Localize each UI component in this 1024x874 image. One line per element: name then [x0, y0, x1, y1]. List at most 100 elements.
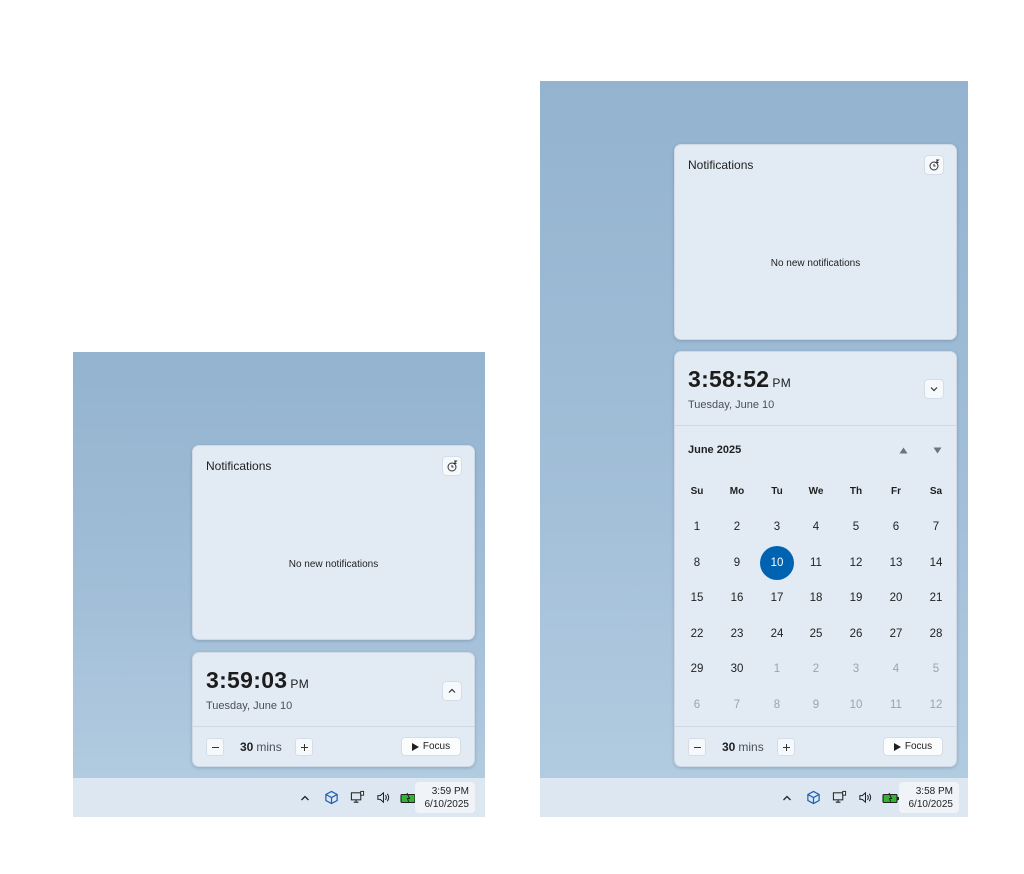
minus-icon: [693, 746, 701, 748]
next-month-button[interactable]: [929, 442, 945, 458]
calendar-day[interactable]: 19: [839, 581, 873, 615]
calendar-day[interactable]: 6: [680, 688, 714, 722]
weekday-header: Mo: [729, 486, 745, 497]
play-icon: [411, 742, 419, 751]
calendar-day[interactable]: 13: [879, 546, 913, 580]
decrease-minutes-button[interactable]: [688, 738, 706, 756]
network-icon: [832, 790, 846, 803]
calendar-day[interactable]: 29: [680, 652, 714, 686]
clock-time: 3:58:52 PM: [688, 366, 791, 392]
chevron-up-icon: [301, 795, 309, 800]
calendar-day[interactable]: 11: [879, 688, 913, 722]
calendar-day[interactable]: 14: [919, 546, 953, 580]
calendar-day[interactable]: 3: [760, 510, 794, 544]
calendar-day[interactable]: 27: [879, 617, 913, 651]
volume-tray-icon[interactable]: [854, 787, 876, 809]
calendar-day[interactable]: 4: [879, 652, 913, 686]
calendar-day[interactable]: 22: [680, 617, 714, 651]
calendar-day[interactable]: 5: [839, 510, 873, 544]
plus-icon: [782, 743, 790, 751]
focus-minutes: 30 mins: [240, 740, 282, 754]
network-tray-icon[interactable]: [346, 787, 368, 809]
weekday-header: We: [808, 486, 824, 497]
calendar-day[interactable]: 8: [760, 688, 794, 722]
vpn-tray-icon[interactable]: [802, 787, 824, 809]
calendar-day[interactable]: 26: [839, 617, 873, 651]
calendar-day[interactable]: 23: [720, 617, 754, 651]
focus-row: 30 mins Focus: [675, 727, 956, 767]
calendar-day[interactable]: 1: [760, 652, 794, 686]
no-notifications-text: No new notifications: [770, 258, 861, 269]
chevron-up-icon: [783, 795, 791, 800]
calendar-day[interactable]: 5: [919, 652, 953, 686]
system-tray: [294, 778, 424, 817]
calendar-day[interactable]: 3: [839, 652, 873, 686]
taskbar-date: 6/10/2025: [908, 798, 954, 810]
notifications-title: Notifications: [206, 459, 272, 473]
calendar-day[interactable]: 7: [919, 510, 953, 544]
network-icon: [350, 790, 364, 803]
weekday-header: Sa: [929, 486, 943, 497]
clock-time: 3:59:03 PM: [206, 667, 309, 693]
focus-button[interactable]: Focus: [401, 737, 461, 756]
taskbar: 3:59 PM 6/10/2025: [73, 778, 485, 817]
right-screenshot: Notifications No new notifications 3:58:…: [540, 81, 968, 817]
calendar-day[interactable]: 12: [839, 546, 873, 580]
calendar-day[interactable]: 12: [919, 688, 953, 722]
calendar-day[interactable]: 9: [799, 688, 833, 722]
show-hidden-icons-button[interactable]: [776, 787, 798, 809]
vpn-tray-icon[interactable]: [320, 787, 342, 809]
calendar-day[interactable]: 4: [799, 510, 833, 544]
collapse-calendar-button[interactable]: [442, 681, 462, 701]
calendar-day[interactable]: 20: [879, 581, 913, 615]
clock-date: Tuesday, June 10: [688, 399, 775, 411]
left-screenshot: Notifications No new notifications 3:59:…: [73, 352, 485, 817]
plus-icon: [300, 743, 308, 751]
show-hidden-icons-button[interactable]: [294, 787, 316, 809]
clock-date: Tuesday, June 10: [206, 700, 293, 712]
vpn-cube-icon: [324, 790, 338, 805]
calendar-day[interactable]: 15: [680, 581, 714, 615]
collapse-calendar-button[interactable]: [924, 379, 944, 399]
taskbar-time: 3:58 PM: [915, 785, 953, 797]
calendar-day[interactable]: 17: [760, 581, 794, 615]
focus-button[interactable]: Focus: [883, 737, 943, 756]
chevron-up-icon: [448, 688, 456, 693]
calendar-day[interactable]: 21: [919, 581, 953, 615]
volume-tray-icon[interactable]: [372, 787, 394, 809]
focus-button-label: Focus: [904, 741, 933, 752]
taskbar-clock[interactable]: 3:58 PM 6/10/2025: [899, 782, 959, 813]
calendar-day[interactable]: 10: [839, 688, 873, 722]
calendar-day[interactable]: 25: [799, 617, 833, 651]
calendar-month-label[interactable]: June 2025: [688, 444, 741, 456]
calendar-day[interactable]: 28: [919, 617, 953, 651]
taskbar-clock[interactable]: 3:59 PM 6/10/2025: [415, 782, 475, 813]
calendar-day[interactable]: 30: [720, 652, 754, 686]
calendar-day[interactable]: 11: [799, 546, 833, 580]
calendar-day[interactable]: 7: [720, 688, 754, 722]
no-notifications-text: No new notifications: [288, 559, 379, 570]
divider: [675, 425, 956, 426]
weekday-header: Tu: [771, 486, 783, 497]
calendar-day[interactable]: 1: [680, 510, 714, 544]
previous-month-button[interactable]: [895, 442, 911, 458]
calendar-day[interactable]: 9: [720, 546, 754, 580]
calendar-day[interactable]: 24: [760, 617, 794, 651]
increase-minutes-button[interactable]: [295, 738, 313, 756]
snooze-button[interactable]: [442, 456, 462, 476]
system-tray: [776, 778, 906, 817]
calendar-day[interactable]: 2: [720, 510, 754, 544]
increase-minutes-button[interactable]: [777, 738, 795, 756]
battery-icon: [882, 792, 899, 803]
calendar-day[interactable]: 16: [720, 581, 754, 615]
calendar-day[interactable]: 8: [680, 546, 714, 580]
calendar-day[interactable]: 6: [879, 510, 913, 544]
calendar-day[interactable]: 18: [799, 581, 833, 615]
taskbar-date: 6/10/2025: [424, 798, 470, 810]
decrease-minutes-button[interactable]: [206, 738, 224, 756]
network-tray-icon[interactable]: [828, 787, 850, 809]
snooze-button[interactable]: [924, 155, 944, 175]
calendar-day-today[interactable]: 10: [760, 545, 794, 580]
calendar-day[interactable]: 2: [799, 652, 833, 686]
vpn-cube-icon: [806, 790, 820, 805]
